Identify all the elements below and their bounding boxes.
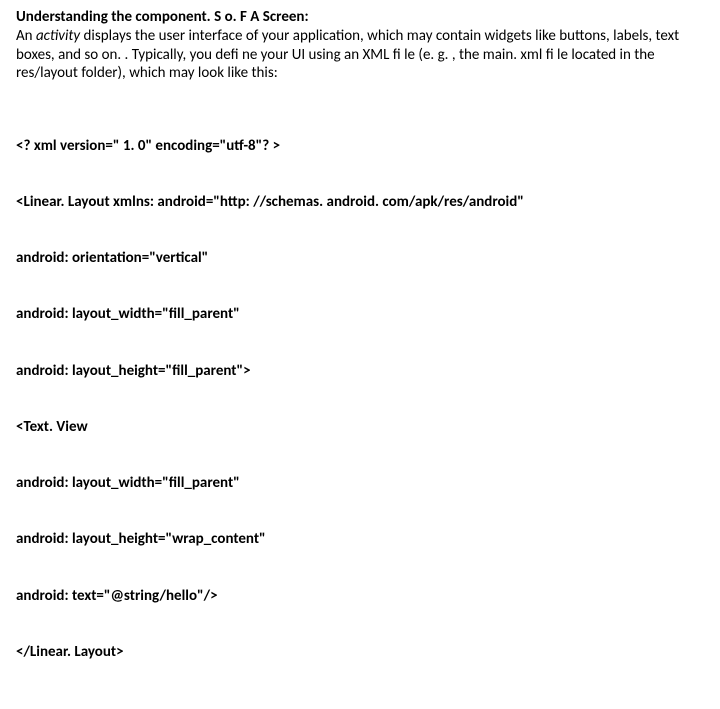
intro-text-activity: activity <box>36 27 80 45</box>
code-line: android: layout_width="fill_parent" <box>16 305 710 324</box>
code-line: android: layout_height="fill_parent"> <box>16 362 710 381</box>
code-line: android: text="@string/hello"/> <box>16 587 710 606</box>
xml-code-block: <? xml version=" 1. 0" encoding="utf-8"?… <box>16 99 710 699</box>
code-line: <Linear. Layout xmlns: android="http: //… <box>16 193 710 212</box>
intro-text-a: An <box>16 27 36 45</box>
intro-paragraph: An activity displays the user interface … <box>16 27 710 83</box>
code-line: <Text. View <box>16 418 710 437</box>
code-line: </Linear. Layout> <box>16 643 710 662</box>
page-heading: Understanding the component. S o. F A Sc… <box>16 8 710 27</box>
code-line: android: layout_width="fill_parent" <box>16 474 710 493</box>
intro-text-c: displays the user interface of your appl… <box>16 27 679 83</box>
document-page: Understanding the component. S o. F A Sc… <box>0 0 720 709</box>
code-line: <? xml version=" 1. 0" encoding="utf-8"?… <box>16 137 710 156</box>
code-line: android: orientation="vertical" <box>16 249 710 268</box>
